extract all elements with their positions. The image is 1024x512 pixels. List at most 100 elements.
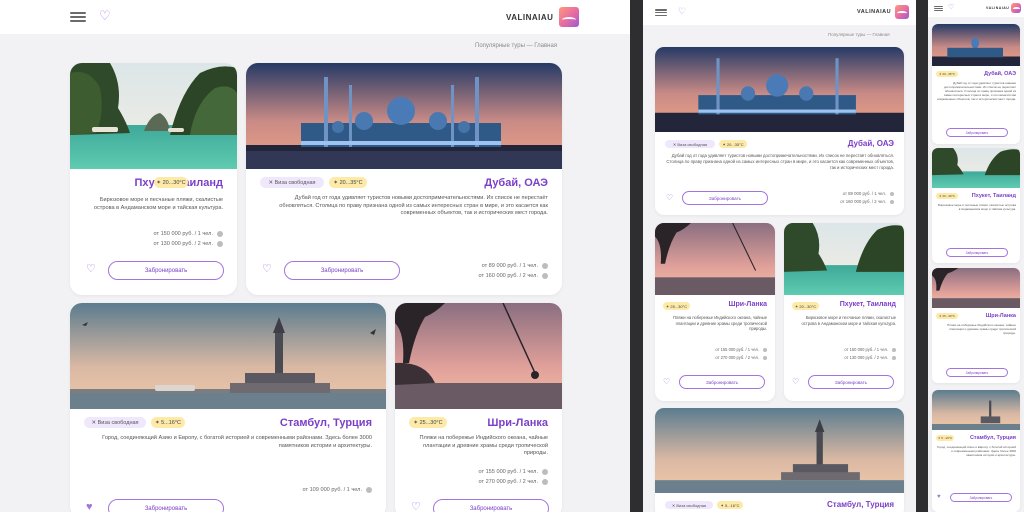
breadcrumb-current[interactable]: Популярные туры bbox=[828, 32, 865, 37]
visa-chip: ✕ Виза свободная bbox=[665, 501, 713, 509]
tour-image-phuket bbox=[70, 63, 237, 169]
temperature-chip: ✶ 25...30°C bbox=[409, 417, 447, 428]
visa-chip: ✕ Виза свободная bbox=[84, 417, 146, 428]
price-text: от 150 000 руб. / 1 чел. bbox=[844, 347, 888, 352]
tour-card-phuket: ✶ 20...30°C Пхукет, Таиланд Бирюзовое мо… bbox=[932, 148, 1020, 263]
logo-mark-icon bbox=[559, 7, 580, 27]
visa-chip: ✕ Виза свободная bbox=[665, 140, 715, 148]
tour-image-istanbul bbox=[932, 390, 1020, 430]
tablet-screen: ♡ VALINAIAU Популярные туры — Главная Ду bbox=[643, 0, 916, 512]
breadcrumb-home[interactable]: Главная bbox=[872, 32, 889, 37]
breadcrumb-home[interactable]: Главная bbox=[534, 43, 557, 49]
tour-image-dubai bbox=[932, 24, 1020, 66]
tour-title: Пхукет, Таиланд bbox=[839, 301, 896, 308]
temperature-value: 20...35°C bbox=[942, 72, 955, 76]
tour-description: Бирюзовое море и песчаные пляжи, скалист… bbox=[801, 315, 897, 326]
logo-text: VALINAIAU bbox=[986, 6, 1010, 10]
price-for-two: от 130 000 руб. / 2 чел. bbox=[153, 241, 223, 247]
persons-icon bbox=[217, 241, 223, 247]
price-text: от 89 000 руб. / 1 чел. bbox=[481, 263, 538, 269]
menu-icon[interactable] bbox=[934, 6, 943, 11]
price-text: от 109 000 руб. / 1 чел. bbox=[302, 487, 362, 493]
persons-icon bbox=[542, 273, 548, 279]
person-icon bbox=[217, 231, 223, 237]
price-per-person: от 89 000 руб. / 1 чел. bbox=[843, 191, 894, 196]
temperature-value: 20...35°C bbox=[339, 179, 363, 186]
heart-icon[interactable]: ♥ bbox=[937, 494, 941, 500]
temperature-chip: ✶ 20...35°C bbox=[936, 71, 958, 77]
menu-icon[interactable] bbox=[655, 9, 667, 16]
persons-icon bbox=[890, 199, 894, 204]
favorites-icon[interactable]: ♡ bbox=[948, 4, 954, 11]
tour-description: Дубай год от года удивляет туристов новы… bbox=[936, 81, 1016, 102]
temperature-chip: ✶ 25...30°C bbox=[936, 313, 958, 319]
menu-icon[interactable] bbox=[70, 12, 86, 22]
book-button[interactable]: Забронировать bbox=[433, 499, 549, 512]
logo[interactable]: VALINAIAU bbox=[986, 3, 1022, 13]
person-icon bbox=[542, 263, 548, 269]
temperature-value: 20...35°C bbox=[726, 141, 744, 147]
book-button[interactable]: Забронировать bbox=[284, 261, 400, 280]
temperature-chip: ✶ 25...30°C bbox=[663, 302, 690, 310]
person-icon bbox=[542, 469, 548, 475]
favorites-icon[interactable]: ♡ bbox=[99, 9, 111, 22]
temperature-chip: ✶ 5...16°C bbox=[717, 501, 743, 509]
heart-icon[interactable]: ♡ bbox=[262, 264, 272, 275]
book-button[interactable]: Забронировать bbox=[946, 248, 1008, 257]
header: ♡ VALINAIAU bbox=[0, 0, 630, 34]
tour-image-phuket bbox=[784, 223, 904, 295]
book-button[interactable]: Забронировать bbox=[679, 375, 765, 389]
price-text: от 155 000 руб. / 1 чел. bbox=[478, 469, 538, 475]
breadcrumb-current[interactable]: Популярные туры bbox=[475, 43, 525, 49]
price-per-person: от 150 000 руб. / 1 чел. bbox=[844, 347, 896, 352]
price-for-two: от 160 000 руб. / 2 чел. bbox=[840, 199, 894, 204]
mobile-screen: ♡ VALINAIAU ✶ 20...35°C Дубай, ОАЭ Дубай… bbox=[928, 0, 1024, 512]
temperature-value: 20...30°C bbox=[799, 303, 817, 309]
heart-icon[interactable]: ♡ bbox=[663, 378, 670, 386]
desktop-screen: ♡ VALINAIAU Популярные туры — Главная Та… bbox=[0, 0, 630, 512]
book-button[interactable]: Забронировать bbox=[946, 368, 1008, 377]
heart-icon[interactable]: ♡ bbox=[666, 194, 673, 202]
book-button[interactable]: Забронировать bbox=[682, 191, 768, 205]
persons-icon bbox=[892, 355, 896, 360]
book-button[interactable]: Забронировать bbox=[946, 128, 1008, 137]
price-text: от 130 000 руб. / 2 чел. bbox=[153, 241, 213, 247]
favorites-icon[interactable]: ♡ bbox=[678, 7, 686, 16]
tour-image-dubai bbox=[246, 63, 562, 169]
visa-chip: ✕ Виза свободная bbox=[260, 177, 324, 188]
temperature-chip: ✶ 20...30°C bbox=[154, 177, 188, 188]
logo-text: VALINAIAU bbox=[506, 12, 554, 22]
heart-icon[interactable]: ♥ bbox=[86, 502, 93, 512]
breadcrumb-sep: — bbox=[526, 43, 533, 49]
visa-text: Виза свободная bbox=[677, 141, 708, 147]
persons-icon bbox=[542, 479, 548, 485]
tour-title: Дубай, ОАЭ bbox=[484, 177, 548, 189]
book-button[interactable]: Забронировать bbox=[950, 493, 1012, 502]
temperature-chip: ✶ 20...35°C bbox=[719, 140, 747, 148]
logo[interactable]: VALINAIAU bbox=[506, 7, 580, 27]
heart-icon[interactable]: ♡ bbox=[86, 264, 96, 275]
visa-text: Виза свободная bbox=[274, 179, 316, 186]
tour-title: Шри-Ланка bbox=[985, 313, 1016, 319]
logo[interactable]: VALINAIAU bbox=[857, 5, 910, 19]
heart-icon[interactable]: ♡ bbox=[411, 502, 421, 512]
tour-image-srilanka bbox=[932, 268, 1020, 308]
book-button[interactable]: Забронировать bbox=[108, 499, 224, 512]
breadcrumb: Популярные туры — Главная bbox=[828, 32, 890, 37]
price-text: от 160 000 руб. / 2 чел. bbox=[478, 273, 538, 279]
tour-description: Пляжи на побережье Индийского океана, ча… bbox=[947, 323, 1016, 336]
temperature-value: 5...16°C bbox=[941, 436, 953, 440]
tour-card-srilanka: ✶ 25...30°C Шри-Ланка Пляжи на побережье… bbox=[932, 268, 1020, 383]
tour-card-srilanka: Шри-Ланка ✶ 25...30°C Пляжи на побережье… bbox=[395, 303, 562, 512]
tour-card-dubai: ✶ 20...35°C Дубай, ОАЭ Дубай год от года… bbox=[932, 24, 1020, 144]
tour-description: Дубай год от года удивляет туристов новы… bbox=[666, 153, 894, 170]
tour-title: Стамбул, Турция bbox=[279, 417, 372, 429]
price-per-person: от 155 000 руб. / 1 чел. bbox=[478, 469, 548, 475]
tour-description: Город, соединяющий Азию и Европу, с бога… bbox=[102, 435, 372, 449]
book-button[interactable]: Забронировать bbox=[808, 375, 894, 389]
price-text: от 150 000 руб. / 1 чел. bbox=[153, 231, 213, 237]
heart-icon[interactable]: ♡ bbox=[792, 378, 799, 386]
book-button[interactable]: Забронировать bbox=[108, 261, 224, 280]
tour-card-istanbul: Стамбул, Турция ✶ 5...16°C ✕ Виза свобод… bbox=[655, 408, 904, 512]
visa-text: Виза свободная bbox=[97, 419, 139, 426]
